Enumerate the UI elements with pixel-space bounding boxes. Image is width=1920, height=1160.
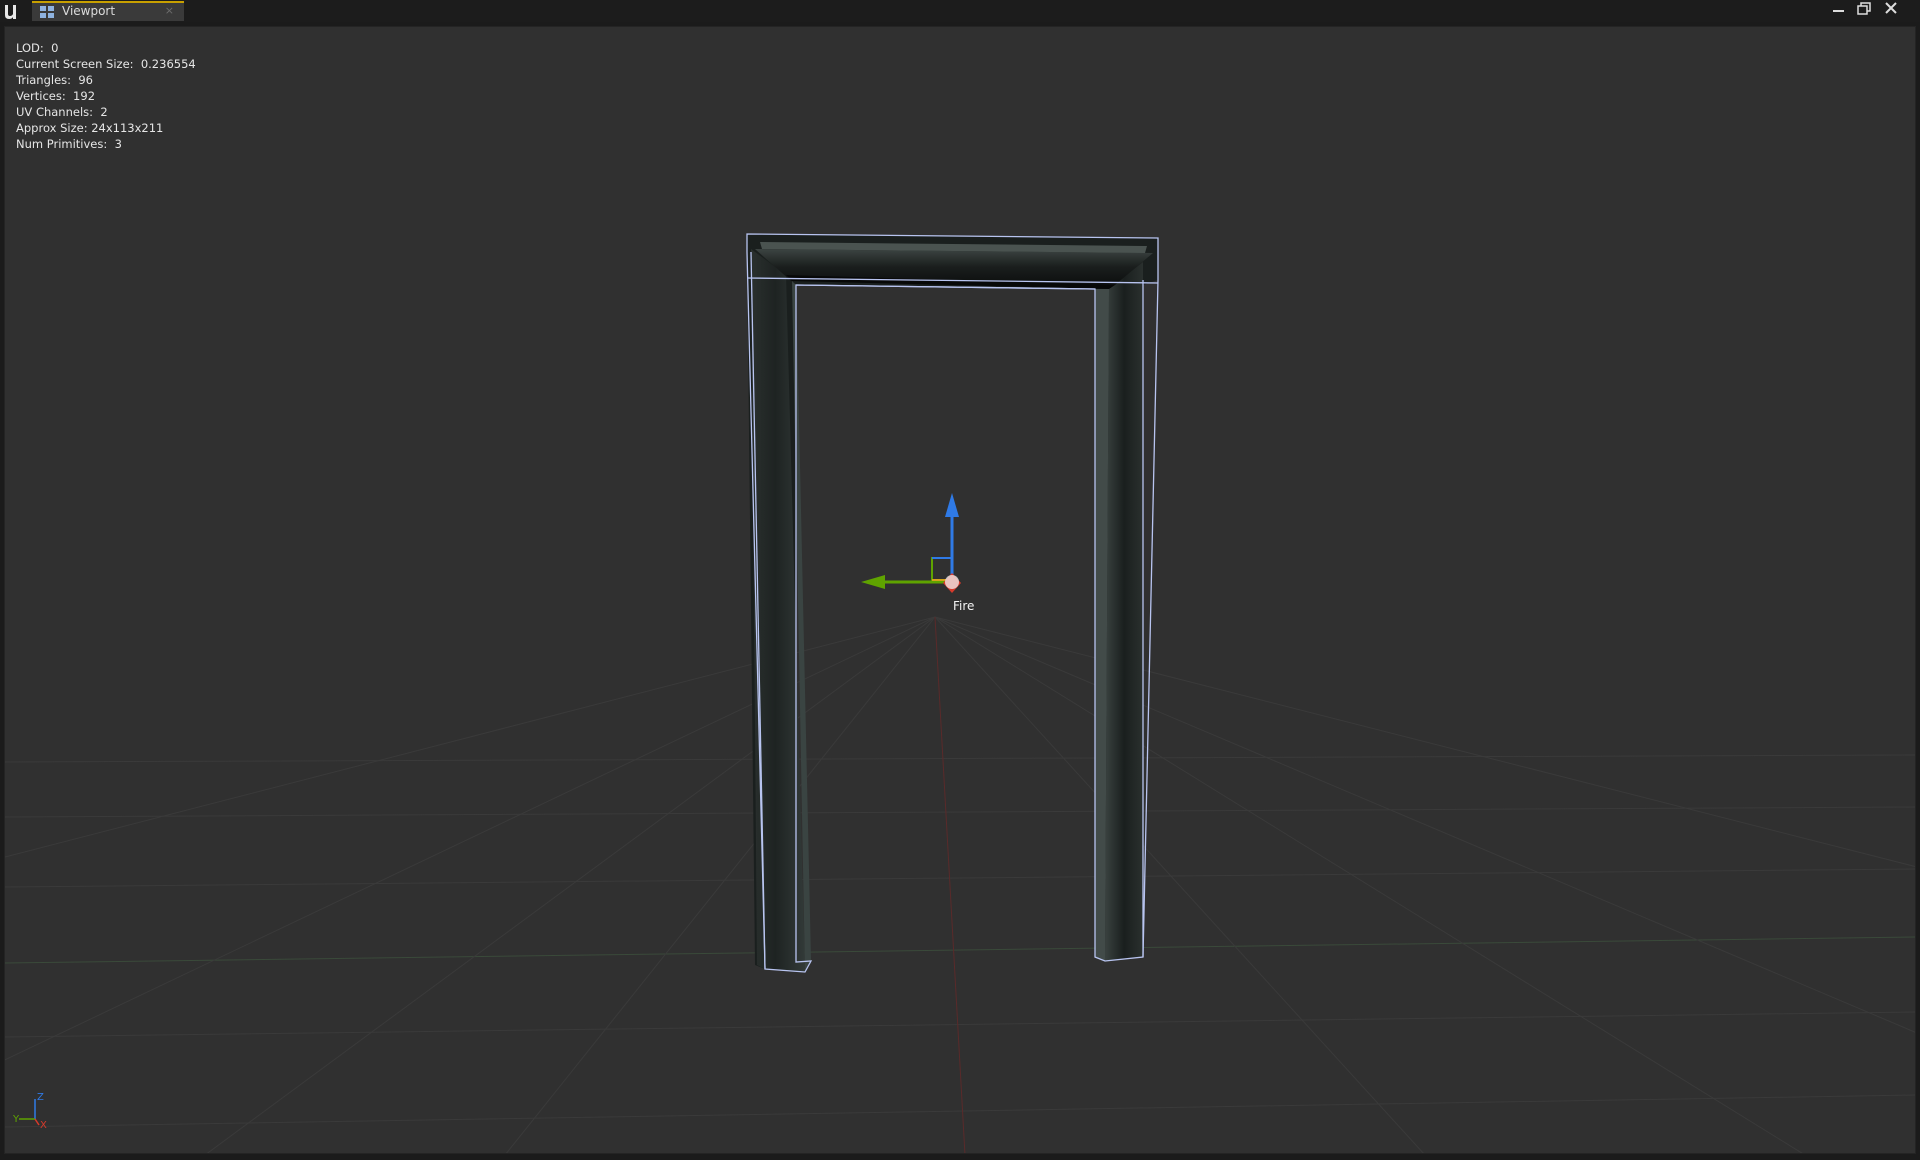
tab-label: Viewport	[62, 4, 116, 18]
axis-y-label: Y	[13, 1114, 20, 1125]
viewport-stats-overlay: LOD: 0 Current Screen Size: 0.236554 Tri…	[16, 40, 196, 152]
title-bar: Viewport ×	[0, 0, 1920, 22]
stat-approx-size: Approx Size: 24x113x211	[16, 121, 164, 135]
level-viewport[interactable]: LOD: 0 Current Screen Size: 0.236554 Tri…	[4, 26, 1916, 1154]
close-icon[interactable]: ×	[165, 4, 174, 17]
axis-orientation-icon: Z Y X	[13, 1092, 47, 1129]
stat-vertices: Vertices: 192	[16, 89, 96, 103]
gizmo-y-arrowhead	[861, 575, 885, 589]
axis-x-label: X	[40, 1120, 47, 1129]
transform-gizmo[interactable]	[861, 493, 961, 593]
stat-screen-size: Current Screen Size: 0.236554	[16, 57, 196, 71]
minimize-window-icon[interactable]	[1827, 0, 1851, 16]
axis-z-label: Z	[37, 1092, 44, 1103]
stat-num-primitives: Num Primitives: 3	[16, 137, 122, 151]
viewport-grid-icon	[40, 6, 54, 18]
unreal-logo-icon	[5, 5, 16, 19]
restore-window-icon[interactable]	[1853, 0, 1877, 16]
socket-label: Fire	[953, 599, 975, 613]
stat-triangles: Triangles: 96	[16, 73, 93, 87]
ground-grid	[5, 616, 1915, 1153]
stat-lod: LOD: 0	[16, 41, 59, 55]
viewport-scene[interactable]	[5, 27, 1916, 1154]
tab-viewport[interactable]: Viewport ×	[32, 1, 184, 21]
close-window-icon[interactable]	[1880, 0, 1904, 16]
pivot-sphere	[945, 575, 959, 589]
gizmo-z-arrowhead	[945, 493, 959, 517]
stat-uv-channels: UV Channels: 2	[16, 105, 108, 119]
